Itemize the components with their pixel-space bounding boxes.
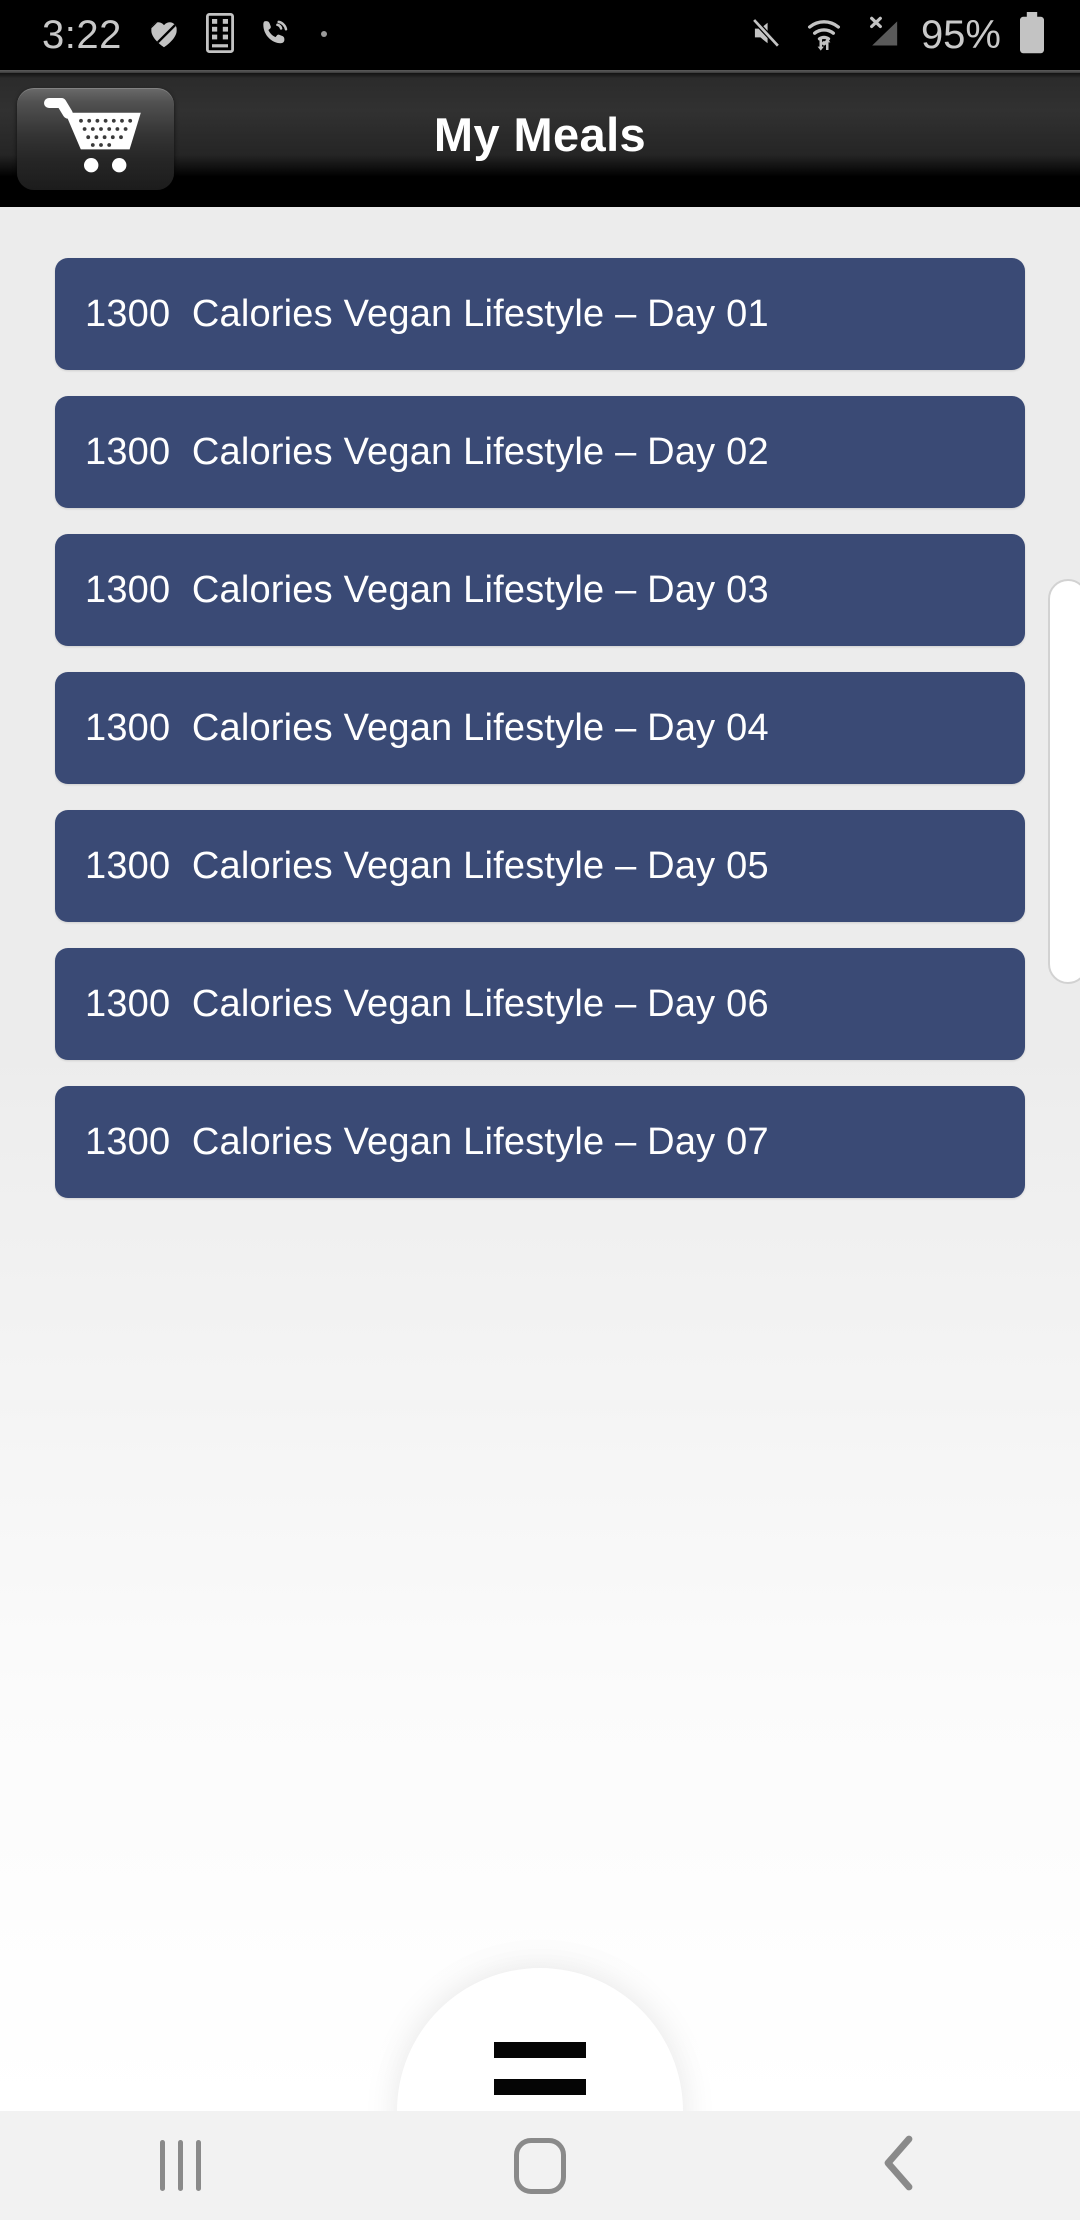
battery-icon — [1018, 11, 1046, 59]
call-wifi-icon — [256, 14, 296, 57]
list-item[interactable]: 1300 Calories Vegan Lifestyle – Day 02 — [55, 396, 1025, 508]
meal-label: 1300 Calories Vegan Lifestyle – Day 06 — [85, 982, 769, 1025]
page-title: My Meals — [433, 108, 647, 161]
status-bar-right: 95% — [746, 11, 1046, 59]
hamburger-menu-icon — [494, 2042, 586, 2058]
home-button[interactable] — [360, 2137, 720, 2194]
status-bar: 3:22 95% — [0, 0, 1080, 70]
battery-percent: 95% — [920, 12, 1001, 57]
meal-label: 1300 Calories Vegan Lifestyle – Day 05 — [85, 844, 769, 887]
recents-button[interactable] — [0, 2140, 360, 2191]
meal-label: 1300 Calories Vegan Lifestyle – Day 07 — [85, 1120, 769, 1163]
list-item[interactable]: 1300 Calories Vegan Lifestyle – Day 01 — [55, 258, 1025, 370]
dot-icon — [318, 26, 330, 44]
mute-icon — [746, 14, 786, 57]
meal-label: 1300 Calories Vegan Lifestyle – Day 02 — [85, 430, 769, 473]
status-bar-left: 3:22 — [0, 12, 330, 58]
phone-screen: 3:22 95% My Meals 1300 Calories Vegan Li… — [0, 0, 1080, 2220]
meal-list: 1300 Calories Vegan Lifestyle – Day 01 1… — [0, 207, 1080, 1224]
calculator-icon — [205, 12, 234, 58]
app-bar: My Meals — [0, 70, 1080, 207]
wifi-data-icon — [803, 13, 845, 58]
home-icon — [514, 2137, 566, 2194]
status-clock: 3:22 — [42, 12, 122, 57]
no-signal-icon — [862, 13, 904, 58]
heart-icon — [144, 14, 184, 57]
list-item[interactable]: 1300 Calories Vegan Lifestyle – Day 06 — [55, 948, 1025, 1060]
meal-label: 1300 Calories Vegan Lifestyle – Day 01 — [85, 292, 769, 335]
content-area: 1300 Calories Vegan Lifestyle – Day 01 1… — [0, 207, 1080, 2111]
system-nav-bar — [0, 2111, 1080, 2220]
meal-label: 1300 Calories Vegan Lifestyle – Day 03 — [85, 568, 769, 611]
scrollbar[interactable] — [1048, 579, 1080, 984]
list-item[interactable]: 1300 Calories Vegan Lifestyle – Day 04 — [55, 672, 1025, 784]
list-item[interactable]: 1300 Calories Vegan Lifestyle – Day 05 — [55, 810, 1025, 922]
back-icon — [877, 2133, 923, 2198]
list-item[interactable]: 1300 Calories Vegan Lifestyle – Day 07 — [55, 1086, 1025, 1198]
meal-label: 1300 Calories Vegan Lifestyle – Day 04 — [85, 706, 769, 749]
hamburger-menu-icon-bar — [494, 2079, 586, 2095]
list-item[interactable]: 1300 Calories Vegan Lifestyle – Day 03 — [55, 534, 1025, 646]
back-button[interactable] — [720, 2133, 1080, 2198]
recents-icon — [159, 2140, 201, 2191]
